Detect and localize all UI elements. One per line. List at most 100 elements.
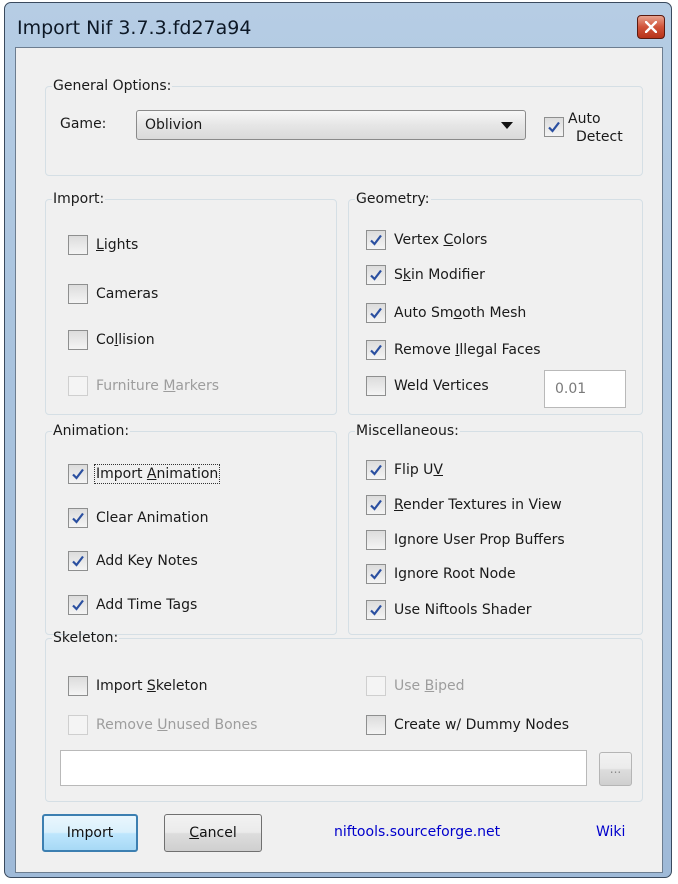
checkbox-box (68, 376, 88, 396)
label-text: Flip U (394, 462, 434, 478)
auto-detect-label: Auto Detect (568, 110, 623, 146)
label-text: Import (96, 678, 147, 694)
check-icon (370, 568, 382, 580)
label-text-rest: in Modifier (411, 267, 485, 283)
create-dummy-nodes-checkbox[interactable]: Create w/ Dummy Nodes (366, 715, 569, 735)
label-text: Add Time Tags (96, 597, 198, 613)
checkbox-label: Flip UV (394, 462, 443, 478)
add-time-tags-checkbox[interactable]: Add Time Tags (68, 595, 197, 615)
checkbox-box (366, 715, 386, 735)
skeleton-path-input[interactable] (60, 750, 587, 786)
browse-button[interactable]: ... (599, 752, 632, 786)
check-icon (370, 307, 382, 319)
label-text-rest: lision (118, 332, 155, 348)
weld-vertices-checkbox[interactable]: Weld Vertices (366, 376, 489, 396)
remove-illegal-faces-checkbox[interactable]: Remove Illegal Faces (366, 340, 541, 360)
use-biped-checkbox[interactable]: Use Biped (366, 676, 465, 696)
checkbox-box (366, 340, 386, 360)
checkbox-label: Collision (96, 332, 155, 348)
niftools-link[interactable]: niftools.sourceforge.net (334, 824, 500, 840)
weld-threshold-input[interactable]: 0.01 (544, 370, 626, 408)
label-text: Weld Vertices (394, 378, 489, 394)
checkbox-box (68, 676, 88, 696)
cancel-label-underlined: C (189, 825, 200, 841)
checkbox-box (68, 508, 88, 528)
game-select[interactable]: Oblivion (136, 110, 526, 140)
cancel-label-post: ancel (199, 825, 237, 841)
close-button[interactable] (637, 15, 665, 39)
checkbox-box (366, 303, 386, 323)
label-text: Import (96, 466, 147, 482)
checkbox-box (366, 530, 386, 550)
flip-uv-checkbox[interactable]: Flip UV (366, 460, 443, 480)
check-icon (370, 269, 382, 281)
label-text: Furniture (96, 378, 164, 394)
check-icon (72, 555, 84, 567)
checkbox-label: Clear Animation (96, 510, 208, 526)
checkbox-box (68, 235, 88, 255)
checkbox-box (68, 284, 88, 304)
ignore-user-prop-buffers-checkbox[interactable]: Ignore User Prop Buffers (366, 530, 565, 550)
checkbox-box (68, 464, 88, 484)
label-text-rest: arkers (175, 378, 220, 394)
cameras-checkbox[interactable]: Cameras (68, 284, 158, 304)
import-button-label: Import (66, 825, 114, 841)
label-mnemonic: B (424, 678, 435, 694)
checkbox-label: Render Textures in View (394, 497, 562, 513)
check-icon (370, 604, 382, 616)
skin-modifier-checkbox[interactable]: Skin Modifier (366, 265, 485, 285)
checkbox-box (366, 600, 386, 620)
animation-legend: Animation: (53, 423, 130, 439)
label-text-rest: olors (453, 232, 488, 248)
remove-unused-bones-checkbox[interactable]: Remove Unused Bones (68, 715, 257, 735)
use-niftools-shader-checkbox[interactable]: Use Niftools Shader (366, 600, 532, 620)
render-textures-checkbox[interactable]: Render Textures in View (366, 495, 562, 515)
lights-checkbox[interactable]: Lights (68, 235, 138, 255)
import-legend: Import: (53, 191, 105, 207)
wiki-link[interactable]: Wiki (596, 824, 625, 840)
checkbox-box (366, 676, 386, 696)
import-animation-checkbox[interactable]: Import Animation (68, 464, 221, 484)
label-text: Auto Sm (394, 305, 454, 321)
label-text-rest: nused Bones (167, 717, 258, 733)
check-icon (72, 512, 84, 524)
import-button[interactable]: Import (42, 814, 138, 852)
vertex-colors-checkbox[interactable]: Vertex Colors (366, 230, 487, 250)
checkbox-label: Create w/ Dummy Nodes (394, 717, 569, 733)
furniture-markers-checkbox[interactable]: Furniture Markers (68, 376, 219, 396)
close-icon (645, 21, 657, 33)
checkbox-label: Skin Modifier (394, 267, 485, 283)
label-text: Ignore Root Node (394, 566, 516, 582)
label-text: Create w/ Dummy Nodes (394, 717, 570, 733)
auto-detect-label-line1: Auto (568, 111, 601, 127)
weld-threshold-value: 0.01 (555, 381, 587, 397)
check-icon (370, 464, 382, 476)
geometry-legend: Geometry: (356, 191, 430, 207)
checkbox-label: Ignore Root Node (394, 566, 516, 582)
label-text-rest: nimation (156, 466, 219, 482)
auto-smooth-mesh-checkbox[interactable]: Auto Smooth Mesh (366, 303, 526, 323)
label-text-rest: llegal Faces (459, 342, 541, 358)
label-mnemonic: S (146, 678, 156, 694)
label-text: Use (394, 678, 425, 694)
add-key-notes-checkbox[interactable]: Add Key Notes (68, 551, 198, 571)
label-text: Use Niftools Shader (394, 602, 532, 618)
check-icon (548, 121, 560, 133)
label-mnemonic: C (443, 232, 454, 248)
checkbox-box (366, 460, 386, 480)
label-mnemonic: k (402, 267, 411, 283)
label-mnemonic: M (163, 378, 176, 394)
cancel-button-label: Cancel (189, 825, 236, 841)
label-text: Co (96, 332, 115, 348)
import-skeleton-checkbox[interactable]: Import Skeleton (68, 676, 207, 696)
checkbox-label: Add Key Notes (96, 553, 198, 569)
check-icon (370, 499, 382, 511)
auto-detect-checkbox[interactable]: Auto Detect (544, 110, 623, 146)
clear-animation-checkbox[interactable]: Clear Animation (68, 508, 208, 528)
collision-checkbox[interactable]: Collision (68, 330, 155, 350)
checkbox-label: Remove Unused Bones (96, 717, 257, 733)
ignore-root-node-checkbox[interactable]: Ignore Root Node (366, 564, 516, 584)
general-options-legend: General Options: (53, 78, 172, 94)
label-mnemonic: U (157, 717, 168, 733)
cancel-button[interactable]: Cancel (164, 814, 262, 852)
